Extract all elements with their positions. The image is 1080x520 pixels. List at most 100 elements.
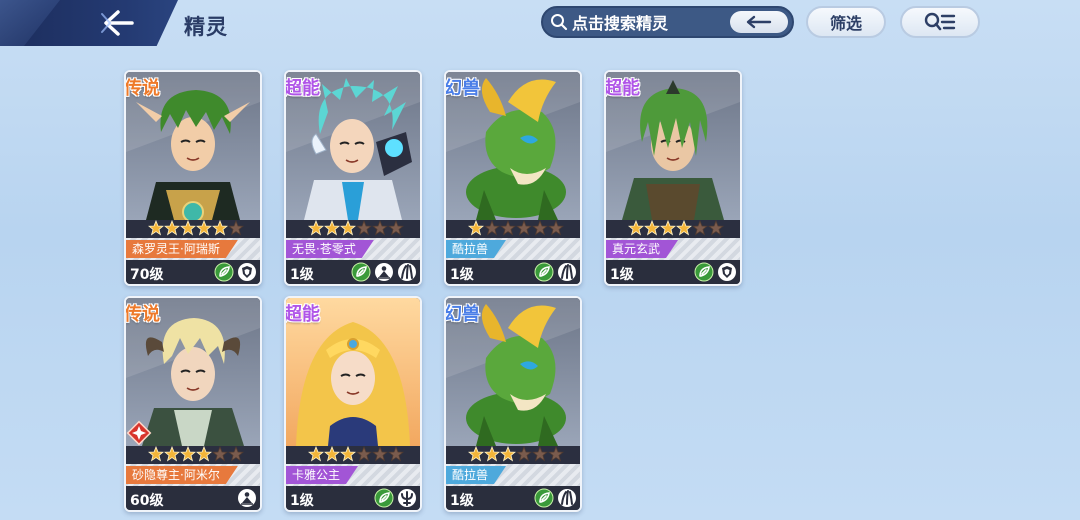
- attribute-badges: [694, 262, 737, 282]
- back-arrow-icon: [101, 10, 134, 36]
- sort-button[interactable]: [900, 6, 980, 38]
- claw-icon: [557, 488, 577, 508]
- person-mark-icon: [237, 488, 257, 508]
- header-decoration: [0, 0, 60, 46]
- page-title: 精灵: [184, 15, 228, 39]
- spirit-card[interactable]: 幻兽 酷拉兽 1级: [444, 70, 582, 286]
- spirit-card[interactable]: 超能 卡雅公主 1级: [284, 296, 422, 512]
- star-filled-icon: [148, 220, 164, 236]
- card-footer: 70级: [126, 260, 260, 284]
- spirit-name: 卡雅公主: [286, 466, 358, 484]
- spirit-card[interactable]: 传说 森罗灵王·阿瑞斯 70级: [124, 70, 262, 286]
- star-filled-icon: [164, 220, 180, 236]
- star-empty-icon: [532, 446, 548, 462]
- spirit-level: 1级: [290, 267, 314, 283]
- star-rating: [308, 220, 404, 236]
- shield-icon: [237, 262, 257, 282]
- star-filled-icon: [324, 446, 340, 462]
- spirit-name: 真元玄武: [606, 240, 678, 258]
- rarity-label: 传说: [124, 304, 160, 325]
- rarity-label: 传说: [124, 78, 160, 99]
- card-footer: 60级: [126, 486, 260, 510]
- star-filled-icon: [468, 220, 484, 236]
- rarity-label: 超能: [604, 78, 640, 99]
- filter-button[interactable]: 筛选: [806, 6, 886, 38]
- star-empty-icon: [484, 220, 500, 236]
- star-empty-icon: [356, 220, 372, 236]
- grass-element-icon: [214, 262, 234, 282]
- card-footer: 1级: [286, 260, 420, 284]
- star-empty-icon: [548, 220, 564, 236]
- star-filled-icon: [660, 220, 676, 236]
- spirit-name: 森罗灵王·阿瑞斯: [126, 240, 238, 258]
- spirit-card[interactable]: 超能 无畏·苍零式 1级: [284, 70, 422, 286]
- star-filled-icon: [468, 446, 484, 462]
- search-placeholder: 点击搜索精灵: [572, 14, 669, 33]
- star-rating: [148, 220, 244, 236]
- claw-icon: [557, 262, 577, 282]
- star-rating: [468, 220, 564, 236]
- star-filled-icon: [148, 446, 164, 462]
- spirit-level: 1级: [290, 493, 314, 509]
- grass-element-icon: [694, 262, 714, 282]
- back-button[interactable]: [0, 0, 178, 46]
- star-filled-icon: [484, 446, 500, 462]
- star-empty-icon: [356, 446, 372, 462]
- person-mark-icon: [374, 262, 394, 282]
- spirit-level: 1级: [450, 493, 474, 509]
- star-filled-icon: [340, 220, 356, 236]
- red-star-badge-icon: [126, 420, 152, 446]
- star-empty-icon: [548, 446, 564, 462]
- spirit-card[interactable]: 传说 砂隐尊主·阿米尔 60级: [124, 296, 262, 512]
- filter-label: 筛选: [829, 14, 862, 33]
- star-rating: [148, 446, 244, 462]
- trident-icon: [397, 488, 417, 508]
- rarity-label: 幻兽: [444, 78, 480, 99]
- star-filled-icon: [196, 220, 212, 236]
- attribute-badges: [351, 262, 417, 282]
- star-empty-icon: [532, 220, 548, 236]
- spirit-level: 1级: [450, 267, 474, 283]
- attribute-badges: [534, 488, 577, 508]
- rarity-label: 超能: [284, 78, 320, 99]
- star-empty-icon: [516, 220, 532, 236]
- card-footer: 1级: [446, 486, 580, 510]
- spirit-name: 无畏·苍零式: [286, 240, 374, 258]
- spirit-level: 1级: [610, 267, 634, 283]
- star-filled-icon: [308, 220, 324, 236]
- star-empty-icon: [372, 446, 388, 462]
- star-empty-icon: [372, 220, 388, 236]
- star-empty-icon: [388, 446, 404, 462]
- search-input[interactable]: 点击搜索精灵: [541, 6, 794, 38]
- star-empty-icon: [692, 220, 708, 236]
- left-arrow-icon: [746, 15, 772, 29]
- spirit-card[interactable]: 超能 真元玄武 1级: [604, 70, 742, 286]
- star-empty-icon: [212, 446, 228, 462]
- star-rating: [628, 220, 724, 236]
- search-icon: [551, 14, 568, 31]
- attribute-badges: [374, 488, 417, 508]
- star-empty-icon: [708, 220, 724, 236]
- search-back-button[interactable]: [730, 11, 788, 33]
- star-filled-icon: [196, 446, 212, 462]
- star-filled-icon: [180, 220, 196, 236]
- spirit-level: 60级: [130, 493, 164, 509]
- star-empty-icon: [388, 220, 404, 236]
- rarity-label: 幻兽: [444, 304, 480, 325]
- card-footer: 1级: [446, 260, 580, 284]
- grass-element-icon: [351, 262, 371, 282]
- shield-icon: [717, 262, 737, 282]
- star-filled-icon: [500, 446, 516, 462]
- spirit-name: 砂隐尊主·阿米尔: [126, 466, 238, 484]
- spirit-card[interactable]: 幻兽 酷拉兽 1级: [444, 296, 582, 512]
- grass-element-icon: [534, 262, 554, 282]
- star-empty-icon: [500, 220, 516, 236]
- card-footer: 1级: [606, 260, 740, 284]
- star-filled-icon: [644, 220, 660, 236]
- star-filled-icon: [212, 220, 228, 236]
- spirit-level: 70级: [130, 267, 164, 283]
- attribute-badges: [237, 488, 257, 508]
- grass-element-icon: [374, 488, 394, 508]
- star-filled-icon: [340, 446, 356, 462]
- grass-element-icon: [534, 488, 554, 508]
